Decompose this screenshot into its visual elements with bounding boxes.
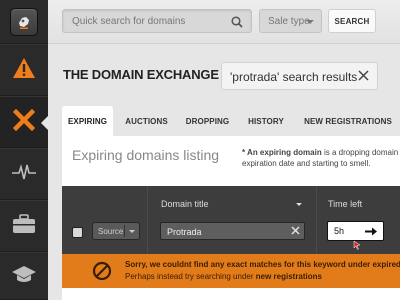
sidebar-item-exchange[interactable]	[0, 96, 49, 148]
sidebar	[0, 0, 49, 300]
source-dropdown[interactable]: Source	[92, 222, 140, 240]
search-icon[interactable]	[231, 15, 243, 33]
tab-expiring[interactable]: EXPIRING	[62, 106, 113, 136]
notice-line-2: Perhaps instead try searching under new …	[125, 272, 322, 281]
note-bold: * An expiring domain	[242, 148, 322, 157]
top-bar: Sale type SEARCH	[48, 0, 400, 44]
page-title: THE DOMAIN EXCHANGE	[63, 67, 219, 82]
quick-search	[62, 9, 252, 33]
sidebar-item-learn[interactable]	[0, 252, 48, 300]
domain-title-filter[interactable]: Protrada	[160, 222, 305, 240]
notice-line-1-bold[interactable]: under expired d	[348, 260, 400, 269]
tab-history[interactable]: HISTORY	[240, 106, 292, 136]
new-registrations-link[interactable]: new registrations	[256, 272, 322, 281]
notice-line-1: Sorry, we couldnt find any exact matches…	[125, 260, 400, 269]
no-results-notice: Sorry, we couldnt find any exact matches…	[62, 254, 400, 288]
sidebar-item-alerts[interactable]	[0, 44, 48, 96]
tab-bar: EXPIRING AUCTIONS DROPPING HISTORY NEW R…	[62, 106, 400, 136]
sidebar-logo[interactable]	[0, 0, 48, 44]
note-line-2: expiration date and starting to smell.	[242, 159, 371, 168]
app-logo-icon	[10, 7, 38, 36]
tab-dropping[interactable]: DROPPING	[180, 106, 235, 136]
time-left-value: 5h	[334, 226, 345, 236]
x-close-icon	[12, 108, 36, 136]
source-label: Source	[98, 227, 124, 236]
table-body	[62, 288, 400, 300]
quick-search-input[interactable]	[63, 10, 223, 32]
table-header: Source Domain title Protrada Time left 5…	[62, 186, 400, 254]
listing-panel: Expiring domains listing * An expiring d…	[62, 136, 400, 186]
column-divider	[316, 186, 317, 254]
domain-title-header[interactable]: Domain title	[161, 199, 209, 209]
search-button[interactable]: SEARCH	[328, 9, 376, 33]
search-results-label: 'protrada' search results	[230, 70, 358, 84]
close-icon[interactable]	[358, 70, 369, 84]
graduation-cap-icon	[11, 264, 37, 289]
briefcase-icon	[12, 213, 36, 239]
sale-type-select[interactable]: Sale type	[259, 9, 322, 33]
prohibited-icon	[92, 261, 112, 286]
pulse-icon	[11, 163, 37, 186]
note-rest: is a dropping domain th	[321, 148, 400, 157]
mouse-cursor-icon	[353, 237, 361, 255]
clear-icon[interactable]	[291, 226, 300, 237]
tab-new-registrations[interactable]: NEW REGISTRATIONS	[298, 106, 398, 136]
chevron-down-icon	[129, 230, 135, 233]
sidebar-item-portfolio[interactable]	[0, 200, 48, 252]
chevron-down-icon	[306, 20, 314, 24]
listing-note: * An expiring domain is a dropping domai…	[242, 147, 400, 169]
search-results-chip: 'protrada' search results	[221, 62, 378, 90]
select-all-checkbox[interactable]	[72, 227, 83, 238]
tab-auctions[interactable]: AUCTIONS	[119, 106, 174, 136]
arrow-right-icon[interactable]	[364, 227, 378, 238]
dropdown-separator	[124, 225, 125, 237]
notice-line-1-text: Sorry, we couldnt find any exact matches…	[125, 260, 349, 269]
time-left-header[interactable]: Time left	[328, 199, 362, 209]
sort-caret-icon[interactable]	[296, 203, 302, 206]
sidebar-item-activity[interactable]	[0, 148, 48, 200]
column-divider	[147, 186, 148, 254]
domain-filter-value: Protrada	[167, 227, 202, 237]
warning-icon	[12, 57, 36, 84]
notice-line-2-text: Perhaps instead try searching under	[125, 272, 256, 281]
listing-title: Expiring domains listing	[72, 147, 220, 163]
sale-type-label: Sale type	[268, 16, 310, 27]
